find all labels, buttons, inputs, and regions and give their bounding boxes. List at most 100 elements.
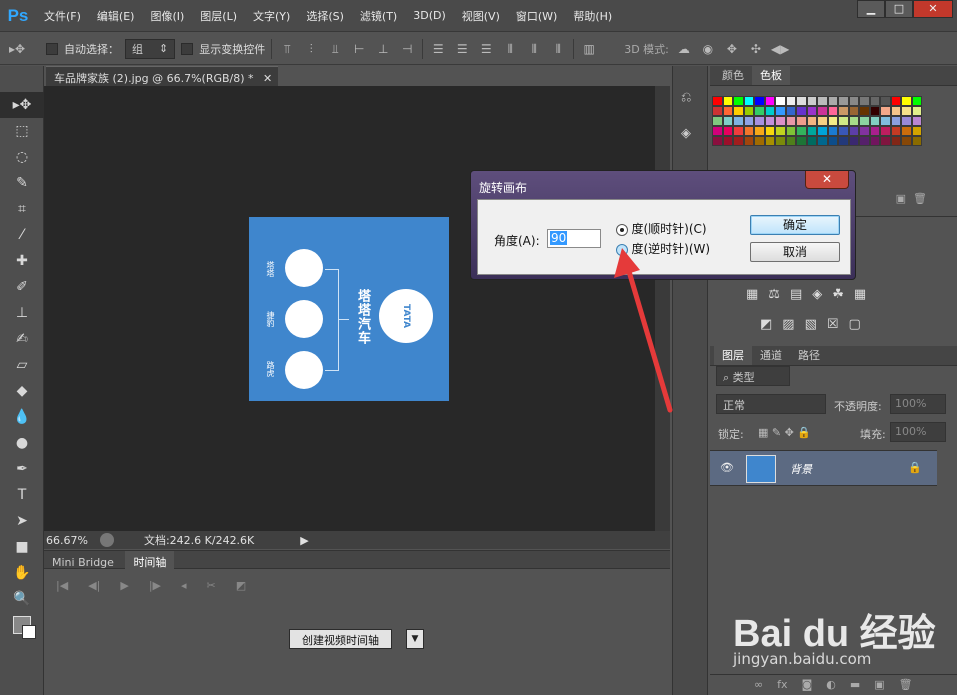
- color-swatch[interactable]: [754, 106, 765, 116]
- color-swatch[interactable]: [785, 96, 796, 106]
- color-swatch[interactable]: [880, 96, 891, 106]
- color-swatch[interactable]: [838, 106, 849, 116]
- color-swatch[interactable]: [827, 126, 838, 136]
- color-swatch[interactable]: [827, 116, 838, 126]
- opacity-input[interactable]: 100%: [890, 394, 946, 414]
- color-swatch[interactable]: [817, 106, 828, 116]
- color-swatch[interactable]: [806, 116, 817, 126]
- menu-help[interactable]: 帮助(H): [565, 8, 620, 24]
- align-bottom-icon[interactable]: ⫫: [326, 41, 344, 57]
- color-swatch[interactable]: [796, 126, 807, 136]
- color-swatch[interactable]: [901, 136, 912, 146]
- color-swatch[interactable]: [743, 116, 754, 126]
- audio-icon[interactable]: ◂: [181, 579, 187, 592]
- path-select-tool-icon[interactable]: ➤: [0, 508, 44, 534]
- dialog-close-button[interactable]: ✕: [805, 171, 849, 189]
- first-frame-icon[interactable]: |◀: [56, 579, 68, 592]
- transition-icon[interactable]: ◩: [236, 579, 246, 592]
- tab-paths[interactable]: 路径: [790, 345, 828, 365]
- distribute-top-icon[interactable]: ☰: [429, 41, 447, 57]
- color-swatch[interactable]: [869, 126, 880, 136]
- color-swatch[interactable]: [754, 126, 765, 136]
- color-swatch[interactable]: [827, 136, 838, 146]
- 3d-panel-icon[interactable]: ◈: [681, 126, 699, 144]
- color-swatch[interactable]: [764, 96, 775, 106]
- color-swatch[interactable]: [796, 106, 807, 116]
- color-swatch[interactable]: [775, 106, 786, 116]
- color-swatch[interactable]: [796, 136, 807, 146]
- color-swatch[interactable]: [806, 96, 817, 106]
- color-swatch[interactable]: [848, 126, 859, 136]
- clockwise-option[interactable]: 度(顺时针)(C): [616, 220, 707, 237]
- color-swatch[interactable]: [785, 136, 796, 146]
- align-top-icon[interactable]: ⫪: [278, 41, 296, 57]
- move-tool-icon[interactable]: ▸✥: [0, 92, 44, 118]
- color-swatch[interactable]: [817, 126, 828, 136]
- color-swatch[interactable]: [743, 126, 754, 136]
- zoom-level[interactable]: 66.67%: [46, 534, 88, 547]
- color-swatch[interactable]: [859, 96, 870, 106]
- eraser-tool-icon[interactable]: ▱: [0, 352, 44, 378]
- history-icon[interactable]: ⎌: [681, 90, 699, 108]
- color-swatch[interactable]: [880, 136, 891, 146]
- color-swatch[interactable]: [869, 136, 880, 146]
- color-swatch[interactable]: [911, 126, 922, 136]
- threshold-icon[interactable]: ▧: [805, 317, 817, 332]
- color-swatch[interactable]: [859, 126, 870, 136]
- menu-select[interactable]: 选择(S): [298, 8, 352, 24]
- color-swatch[interactable]: [901, 106, 912, 116]
- color-swatch[interactable]: [901, 116, 912, 126]
- dodge-tool-icon[interactable]: ●: [0, 430, 44, 456]
- color-swatch[interactable]: [743, 106, 754, 116]
- color-swatch[interactable]: [775, 116, 786, 126]
- align-hcenter-icon[interactable]: ⊥: [374, 41, 392, 57]
- color-swatch[interactable]: [890, 106, 901, 116]
- color-swatch[interactable]: [733, 116, 744, 126]
- color-swatch[interactable]: [712, 116, 723, 126]
- close-window-button[interactable]: ✕: [913, 0, 953, 18]
- levels-icon[interactable]: ▦: [746, 287, 758, 302]
- timeline-dropdown-icon[interactable]: ▼: [406, 629, 424, 649]
- color-swatch[interactable]: [848, 116, 859, 126]
- menu-window[interactable]: 窗口(W): [508, 8, 565, 24]
- color-swatch[interactable]: [764, 136, 775, 146]
- color-swatch[interactable]: [743, 96, 754, 106]
- fx-icon[interactable]: fx: [777, 678, 787, 695]
- color-swatch[interactable]: [848, 106, 859, 116]
- color-swatch[interactable]: [911, 96, 922, 106]
- layer-name[interactable]: 背景: [790, 461, 812, 477]
- color-swatch[interactable]: [785, 116, 796, 126]
- vibrance-icon[interactable]: ◈: [812, 287, 822, 302]
- color-swatch[interactable]: [911, 136, 922, 146]
- menu-3d[interactable]: 3D(D): [405, 9, 454, 22]
- color-swatch[interactable]: [722, 106, 733, 116]
- show-transform-checkbox[interactable]: [181, 42, 194, 55]
- color-swatch[interactable]: [848, 136, 859, 146]
- distribute-left-icon[interactable]: ⦀: [501, 41, 519, 57]
- color-swatch[interactable]: [722, 136, 733, 146]
- eyedropper-tool-icon[interactable]: ⁄: [0, 222, 44, 248]
- move-tool-icon[interactable]: ▸✥: [8, 41, 26, 57]
- tab-layers[interactable]: 图层: [714, 345, 752, 365]
- color-swatch[interactable]: [838, 96, 849, 106]
- next-frame-icon[interactable]: |▶: [149, 579, 161, 592]
- pen-tool-icon[interactable]: ✒: [0, 456, 44, 482]
- color-swatch[interactable]: [838, 116, 849, 126]
- color-swatch[interactable]: [827, 106, 838, 116]
- color-swatch[interactable]: [880, 126, 891, 136]
- type-tool-icon[interactable]: T: [0, 482, 44, 508]
- create-video-timeline-button[interactable]: 创建视频时间轴: [289, 629, 392, 649]
- selective-color-icon[interactable]: ▢: [849, 317, 861, 332]
- clone-stamp-tool-icon[interactable]: ⊥: [0, 300, 44, 326]
- tab-mini-bridge[interactable]: Mini Bridge: [44, 553, 122, 572]
- angle-input[interactable]: 90: [547, 229, 601, 248]
- menu-type[interactable]: 文字(Y): [245, 8, 298, 24]
- color-swatch[interactable]: [733, 96, 744, 106]
- menu-image[interactable]: 图像(I): [142, 8, 192, 24]
- close-tab-icon[interactable]: ✕: [263, 72, 272, 85]
- color-swatch[interactable]: [890, 116, 901, 126]
- distribute-hcenter-icon[interactable]: ⦀: [525, 41, 543, 57]
- distribute-bottom-icon[interactable]: ☰: [477, 41, 495, 57]
- color-swatch[interactable]: [838, 126, 849, 136]
- color-swatch[interactable]: [712, 136, 723, 146]
